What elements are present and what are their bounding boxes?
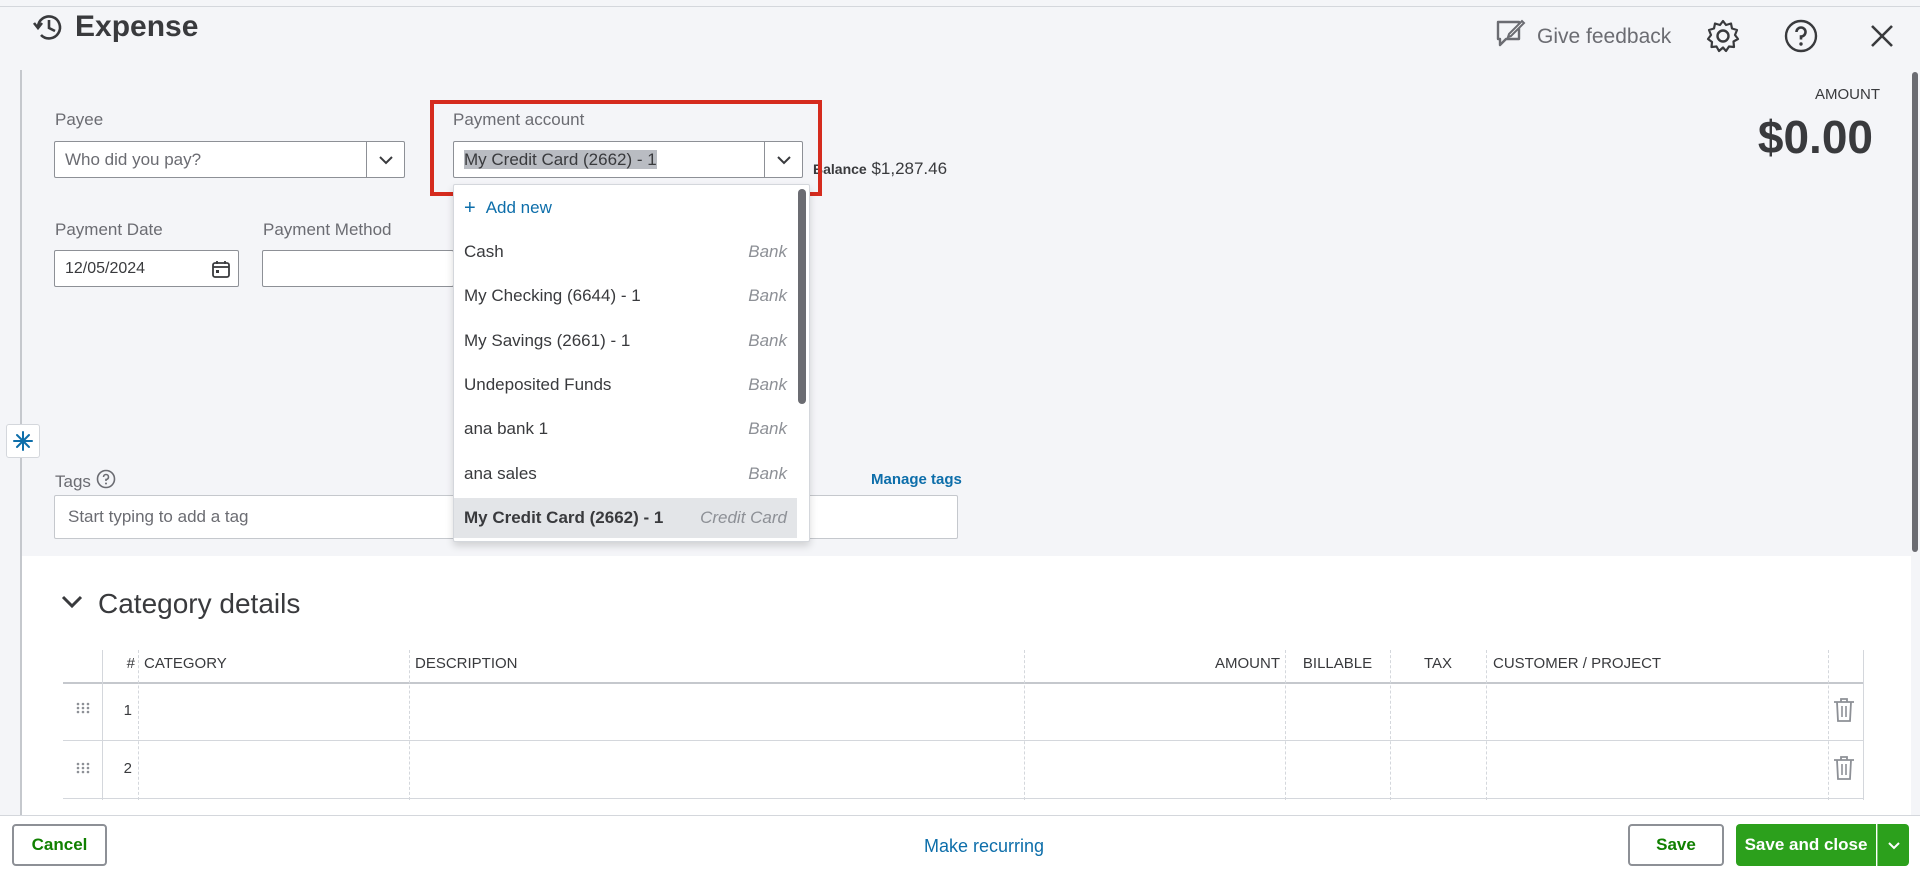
column-header-category: CATEGORY — [144, 655, 227, 672]
option-type: Bank — [748, 242, 787, 261]
table-row-divider — [63, 798, 1863, 799]
column-divider — [1486, 650, 1487, 800]
plus-icon: + — [464, 196, 476, 219]
option-type: Bank — [748, 331, 787, 350]
column-header-customer-project: CUSTOMER / PROJECT — [1493, 655, 1662, 672]
give-feedback-button[interactable]: Give feedback — [1493, 17, 1672, 57]
table-header-divider — [63, 682, 1863, 684]
drag-handle-icon[interactable] — [75, 700, 91, 721]
chevron-down-icon[interactable] — [366, 142, 404, 177]
help-icon[interactable] — [1783, 18, 1819, 54]
column-header-billable: BILLABLE — [1302, 655, 1373, 672]
drag-handle-icon[interactable] — [75, 760, 91, 781]
add-new-option[interactable]: + Add new — [454, 188, 797, 228]
option-name: My Savings (2661) - 1 — [464, 331, 631, 350]
option-name: My Credit Card (2662) - 1 — [464, 508, 664, 527]
payee-label: Payee — [55, 110, 104, 129]
amount-total: $0.00 — [1757, 111, 1873, 163]
option-type: Credit Card — [700, 508, 787, 527]
save-button[interactable]: Save — [1628, 824, 1724, 866]
info-icon[interactable] — [96, 469, 116, 494]
tags-label: Tags — [55, 471, 91, 491]
top-divider — [0, 6, 1920, 7]
tags-label-group: Tags — [55, 469, 116, 494]
dropdown-scrollbar-thumb[interactable] — [798, 189, 806, 404]
payment-account-highlight — [430, 100, 822, 196]
option-name: ana bank 1 — [464, 419, 549, 438]
feedback-icon — [1493, 17, 1527, 57]
chevron-down-icon — [60, 594, 84, 615]
table-row-number: 1 — [123, 702, 132, 719]
add-new-label: Add new — [485, 198, 552, 217]
option-name: My Checking (6644) - 1 — [464, 286, 641, 305]
option-type: Bank — [748, 464, 787, 483]
page-scrollbar-thumb[interactable] — [1912, 72, 1918, 552]
save-and-close-button[interactable]: Save and close — [1736, 824, 1876, 866]
payment-method-combobox[interactable] — [262, 250, 454, 287]
payment-date-input[interactable]: 12/05/2024 — [55, 260, 204, 278]
history-icon[interactable] — [30, 10, 66, 46]
cancel-button[interactable]: Cancel — [12, 824, 107, 866]
calendar-icon[interactable] — [204, 259, 238, 279]
column-divider — [1285, 650, 1286, 800]
dropdown-option[interactable]: Undeposited Funds Bank — [454, 365, 797, 405]
manage-tags-link[interactable]: Manage tags — [871, 471, 962, 488]
feedback-label: Give feedback — [1537, 25, 1672, 48]
sparkle-icon — [13, 431, 33, 451]
column-header-tax: TAX — [1423, 655, 1453, 672]
amount-label: AMOUNT — [1815, 86, 1880, 103]
settings-gear-icon[interactable] — [1705, 18, 1741, 54]
page-title: Expense — [75, 10, 199, 43]
column-header-number: # — [126, 655, 135, 672]
option-type: Bank — [748, 419, 787, 438]
payment-method-label: Payment Method — [263, 220, 392, 239]
column-divider — [409, 650, 410, 800]
balance-value: $1,287.46 — [871, 159, 948, 178]
option-type: Bank — [748, 375, 787, 394]
payee-input[interactable]: Who did you pay? — [55, 150, 366, 170]
payment-date-field[interactable]: 12/05/2024 — [54, 250, 239, 287]
dropdown-option[interactable]: My Savings (2661) - 1 Bank — [454, 321, 797, 361]
column-divider — [1390, 650, 1391, 800]
table-row-number: 2 — [123, 760, 132, 777]
make-recurring-link[interactable]: Make recurring — [900, 832, 1068, 860]
payment-date-label: Payment Date — [55, 220, 163, 239]
balance-display: Balance $1,287.46 — [813, 159, 947, 179]
table-row-divider — [63, 740, 1863, 741]
dropdown-option-selected[interactable]: My Credit Card (2662) - 1 Credit Card — [454, 498, 797, 538]
trash-icon[interactable] — [1832, 755, 1856, 786]
save-options-chevron-down-icon[interactable] — [1877, 824, 1909, 866]
option-name: Cash — [464, 242, 504, 261]
trash-icon[interactable] — [1832, 697, 1856, 728]
option-type: Bank — [748, 286, 787, 305]
column-divider — [1863, 650, 1864, 800]
column-divider — [138, 650, 139, 800]
dropdown-option[interactable]: ana sales Bank — [454, 454, 797, 494]
assistant-sparkle-button[interactable] — [6, 424, 40, 458]
category-details-title: Category details — [98, 588, 301, 619]
column-divider — [102, 650, 103, 800]
category-details-toggle[interactable]: Category details — [60, 588, 300, 620]
payee-combobox[interactable]: Who did you pay? — [54, 141, 405, 178]
column-divider — [1024, 650, 1025, 800]
option-name: ana sales — [464, 464, 537, 483]
dropdown-option[interactable]: Cash Bank — [454, 232, 797, 272]
dropdown-option[interactable]: ana bank 1 Bank — [454, 409, 797, 449]
column-header-amount: AMOUNT — [1215, 655, 1280, 672]
dropdown-option[interactable]: My Checking (6644) - 1 Bank — [454, 276, 797, 316]
option-name: Undeposited Funds — [464, 375, 612, 394]
close-icon[interactable] — [1864, 18, 1900, 54]
column-header-description: DESCRIPTION — [415, 655, 518, 672]
column-divider — [1828, 650, 1829, 800]
payment-account-dropdown[interactable]: + Add new Cash Bank My Checking (6644) -… — [453, 184, 810, 542]
